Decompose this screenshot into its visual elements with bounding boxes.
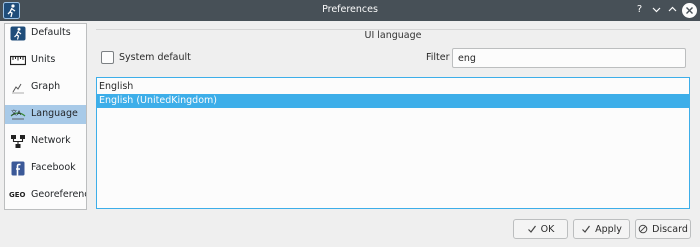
title-bar: Preferences ? xyxy=(0,0,700,21)
sidebar-item-units[interactable]: Units xyxy=(5,51,86,70)
section-title: UI language xyxy=(364,30,422,41)
minimize-button[interactable] xyxy=(649,2,664,18)
maximize-button[interactable] xyxy=(665,2,680,18)
discard-button-label: Discard xyxy=(652,223,688,235)
walker-icon xyxy=(10,26,26,41)
chevron-up-icon xyxy=(668,6,677,12)
sidebar-item-network[interactable]: Network xyxy=(5,132,86,151)
list-item[interactable]: English xyxy=(97,80,689,94)
sidebar-item-label: Units xyxy=(31,54,56,65)
network-icon xyxy=(10,134,26,149)
sidebar-item-label: Graph xyxy=(31,81,61,92)
sidebar-item-facebook[interactable]: Facebook xyxy=(5,159,86,178)
ok-button[interactable]: OK xyxy=(513,219,568,239)
ok-button-label: OK xyxy=(540,223,555,235)
filter-label: Filter xyxy=(426,52,450,63)
chevron-down-icon xyxy=(652,7,661,13)
sidebar-item-defaults[interactable]: Defaults xyxy=(5,24,86,43)
ruler-icon xyxy=(9,53,27,68)
help-button[interactable]: ? xyxy=(632,2,647,18)
apply-button-label: Apply xyxy=(595,223,622,235)
filter-input[interactable] xyxy=(452,48,686,68)
discard-button[interactable]: Discard xyxy=(635,219,691,239)
language-list[interactable]: English English (UnitedKingdom) xyxy=(96,77,690,209)
svg-text:文A: 文A xyxy=(11,109,22,117)
apply-button[interactable]: Apply xyxy=(573,219,630,239)
sidebar-item-graph[interactable]: Graph xyxy=(5,78,86,97)
sidebar-item-label: Defaults xyxy=(31,27,71,38)
close-button[interactable] xyxy=(682,3,697,18)
list-item[interactable]: English (UnitedKingdom) xyxy=(97,94,689,108)
geo-icon: GEO xyxy=(9,191,26,199)
sidebar-item-georeference[interactable]: GEO Georeference xyxy=(5,186,86,205)
preferences-sidebar: Defaults Units Graph 文A Language Network… xyxy=(4,23,87,210)
graph-icon xyxy=(10,80,26,95)
discard-icon xyxy=(638,224,648,234)
sidebar-item-language[interactable]: 文A Language xyxy=(5,105,86,124)
sidebar-item-label: Language xyxy=(31,108,78,119)
close-icon xyxy=(686,7,693,14)
language-icon: 文A xyxy=(10,107,26,122)
checkmark-icon xyxy=(527,225,536,233)
window-title: Preferences xyxy=(322,4,378,15)
sidebar-item-label: Georeference xyxy=(31,189,86,200)
system-default-label: System default xyxy=(119,52,191,63)
checkmark-icon xyxy=(582,225,591,233)
system-default-checkbox[interactable] xyxy=(101,51,114,64)
facebook-icon xyxy=(10,161,26,176)
sidebar-item-label: Facebook xyxy=(31,162,76,173)
sidebar-item-label: Network xyxy=(31,135,71,146)
